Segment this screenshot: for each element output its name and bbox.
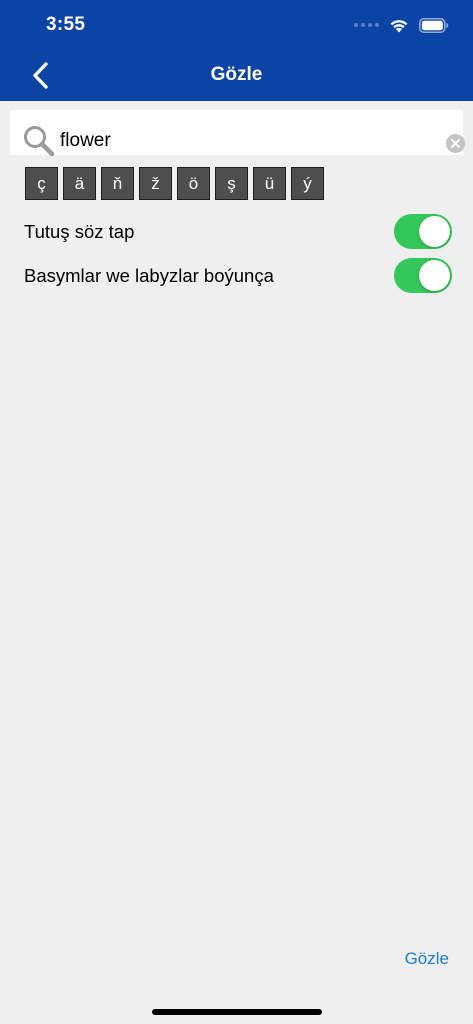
- wifi-icon: [390, 19, 408, 32]
- search-bar: [10, 110, 463, 157]
- char-key-o-umlaut[interactable]: ö: [177, 167, 210, 200]
- char-key-n-caron[interactable]: ň: [101, 167, 134, 200]
- search-icon: [24, 126, 55, 157]
- char-key-s-cedilla[interactable]: ş: [215, 167, 248, 200]
- cellular-signal-icon: [354, 23, 379, 27]
- toggle-row-titles-lyrics: Basymlar we labyzlar boýunça: [24, 258, 454, 294]
- char-key-z-caron[interactable]: ž: [139, 167, 172, 200]
- battery-icon: [419, 17, 449, 33]
- status-icons: [354, 15, 449, 35]
- char-key-u-umlaut[interactable]: ü: [253, 167, 286, 200]
- close-icon: [451, 139, 460, 148]
- home-indicator[interactable]: [152, 1009, 322, 1015]
- char-key-a-umlaut[interactable]: ä: [63, 167, 96, 200]
- toggle-knob: [419, 260, 450, 291]
- toggle-row-whole-word: Tutuş söz tap: [24, 214, 454, 250]
- search-input[interactable]: [60, 128, 430, 154]
- clear-search-button[interactable]: [446, 134, 465, 153]
- special-characters-row: ç ä ň ž ö ş ü ý: [25, 167, 324, 200]
- char-key-y-acute[interactable]: ý: [291, 167, 324, 200]
- navigation-header: 3:55 Gözle: [0, 0, 473, 101]
- search-button[interactable]: Gözle: [405, 949, 449, 969]
- toggle-label-whole-word: Tutuş söz tap: [24, 221, 135, 242]
- status-time: 3:55: [46, 14, 86, 35]
- whole-word-toggle[interactable]: [394, 214, 452, 249]
- toggle-knob: [419, 216, 450, 247]
- char-key-c-cedilla[interactable]: ç: [25, 167, 58, 200]
- toggle-label-titles-lyrics: Basymlar we labyzlar boýunça: [24, 265, 274, 286]
- titles-lyrics-toggle[interactable]: [394, 258, 452, 293]
- page-title: Gözle: [210, 64, 263, 85]
